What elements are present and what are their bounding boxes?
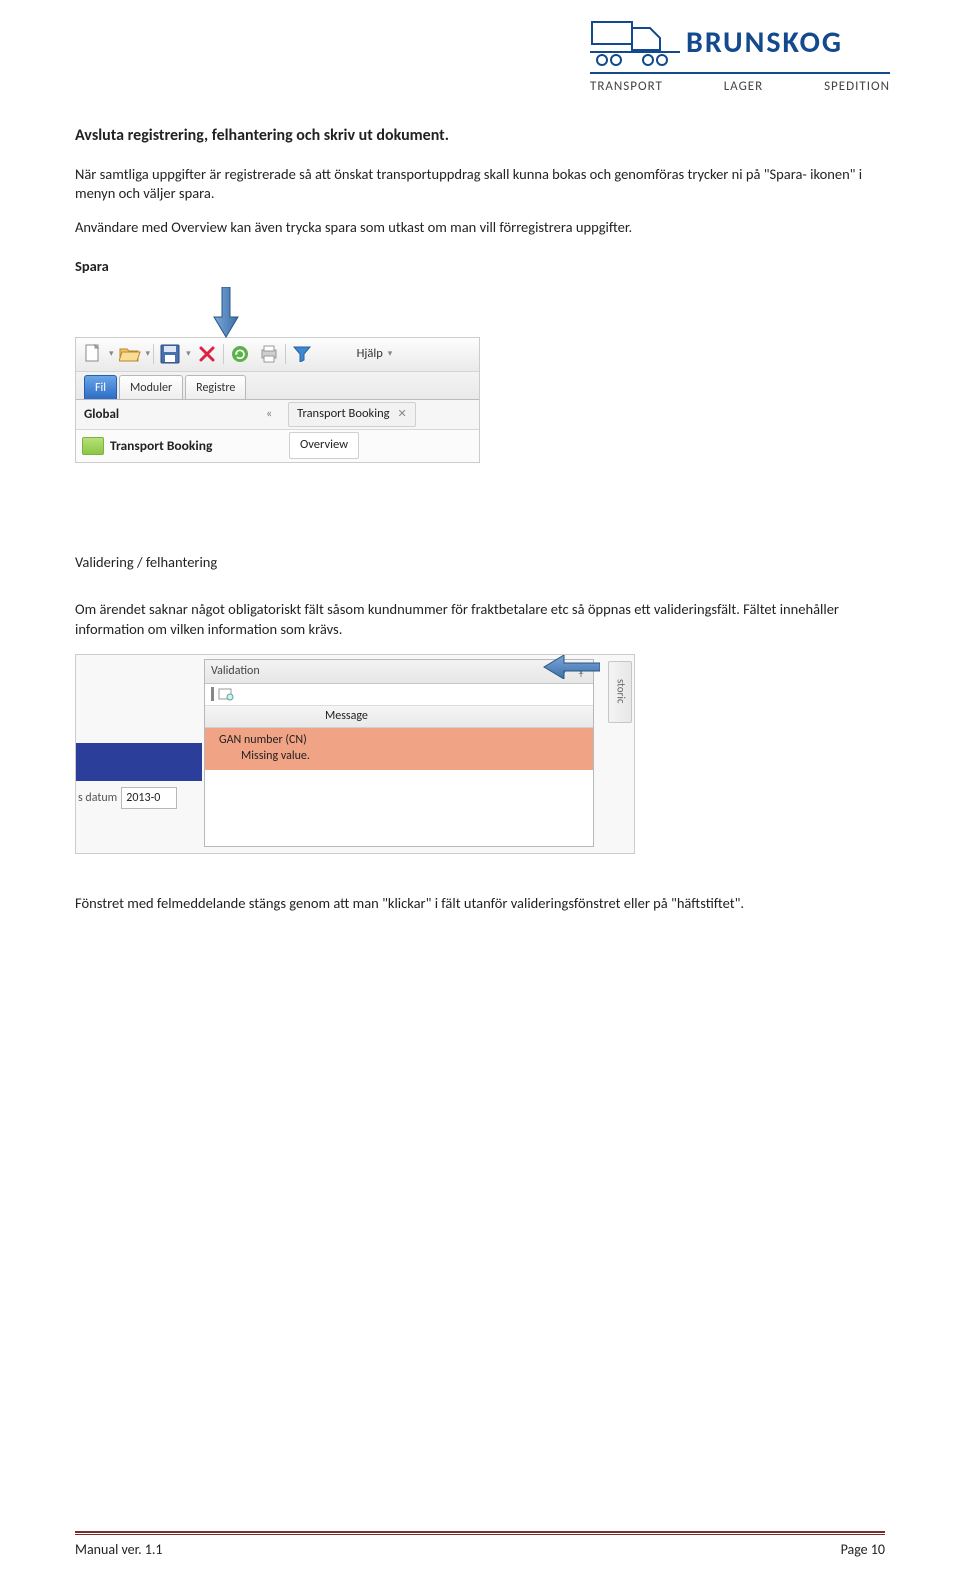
close-icon[interactable]: ✕: [398, 407, 407, 422]
open-button[interactable]: [117, 341, 143, 367]
brand-sub-lager: LAGER: [724, 78, 764, 96]
collapse-icon[interactable]: «: [266, 406, 272, 422]
footer-version: Manual ver. 1.1: [75, 1541, 163, 1560]
validation-panel: Validation ▼ Message GAN number (CN) Mis…: [204, 659, 594, 847]
tab-registre[interactable]: Registre: [185, 375, 246, 399]
selected-row-bg: [76, 743, 202, 781]
brand-sub-spedition: SPEDITION: [824, 78, 890, 96]
validation-screenshot: s datum 2013-0 Validation ▼ Message GAN …: [75, 654, 635, 854]
message-column-header: Message: [205, 706, 593, 728]
tab-fil[interactable]: Fil: [84, 375, 117, 399]
page-footer: Manual ver. 1.1 Page 10: [75, 1531, 885, 1560]
footer-page: Page 10: [841, 1541, 885, 1560]
error-message: Missing value.: [219, 748, 587, 764]
validering-heading: Validering / felhantering: [75, 553, 885, 573]
date-field-label: s datum: [76, 790, 117, 806]
arrow-left-icon: [542, 655, 600, 679]
print-button[interactable]: [256, 341, 282, 367]
paragraph-3: Om ärendet saknar något obligatoriskt fä…: [75, 600, 885, 639]
truck-icon: [590, 18, 680, 68]
error-field-name: GAN number (CN): [219, 732, 587, 748]
nav-transport-booking[interactable]: Transport Booking: [110, 437, 275, 455]
transport-booking-icon: [82, 437, 104, 455]
date-field[interactable]: 2013-0: [121, 787, 177, 809]
help-menu[interactable]: Hjälp: [357, 346, 383, 363]
new-doc-button[interactable]: [80, 341, 106, 367]
filter-button[interactable]: [289, 341, 315, 367]
tab-transport-booking[interactable]: Transport Booking ✕: [288, 402, 416, 427]
section-heading: Avsluta registrering, felhantering och s…: [75, 125, 885, 147]
overview-chip[interactable]: Overview: [289, 432, 359, 459]
toolbar-screenshot: ▾ ▾ ▾ Hjälp ▾ Fil Moduler Registre: [75, 337, 480, 463]
tab-moduler[interactable]: Moduler: [119, 375, 183, 399]
paragraph-2: Användare med Overview kan även trycka s…: [75, 218, 885, 238]
tool-icon[interactable]: [218, 687, 234, 701]
brand-sub-transport: TRANSPORT: [590, 78, 663, 96]
spara-label: Spara: [75, 257, 885, 277]
side-tab-storic[interactable]: storic: [608, 661, 632, 723]
global-panel-label: Global: [76, 406, 266, 424]
refresh-button[interactable]: [227, 341, 253, 367]
brand-logo: BRUNSKOG TRANSPORT LAGER SPEDITION: [590, 18, 890, 96]
arrow-down-icon: [212, 287, 240, 339]
brand-name: BRUNSKOG: [686, 23, 843, 64]
save-button[interactable]: [157, 341, 183, 367]
delete-button[interactable]: [194, 341, 220, 367]
validation-panel-title: Validation: [211, 663, 260, 679]
paragraph-1: När samtliga uppgifter är registrerade s…: [75, 165, 885, 204]
validation-error-row[interactable]: GAN number (CN) Missing value.: [205, 728, 593, 770]
tab-transport-booking-label: Transport Booking: [297, 406, 389, 423]
paragraph-4: Fönstret med felmeddelande stängs genom …: [75, 894, 885, 914]
